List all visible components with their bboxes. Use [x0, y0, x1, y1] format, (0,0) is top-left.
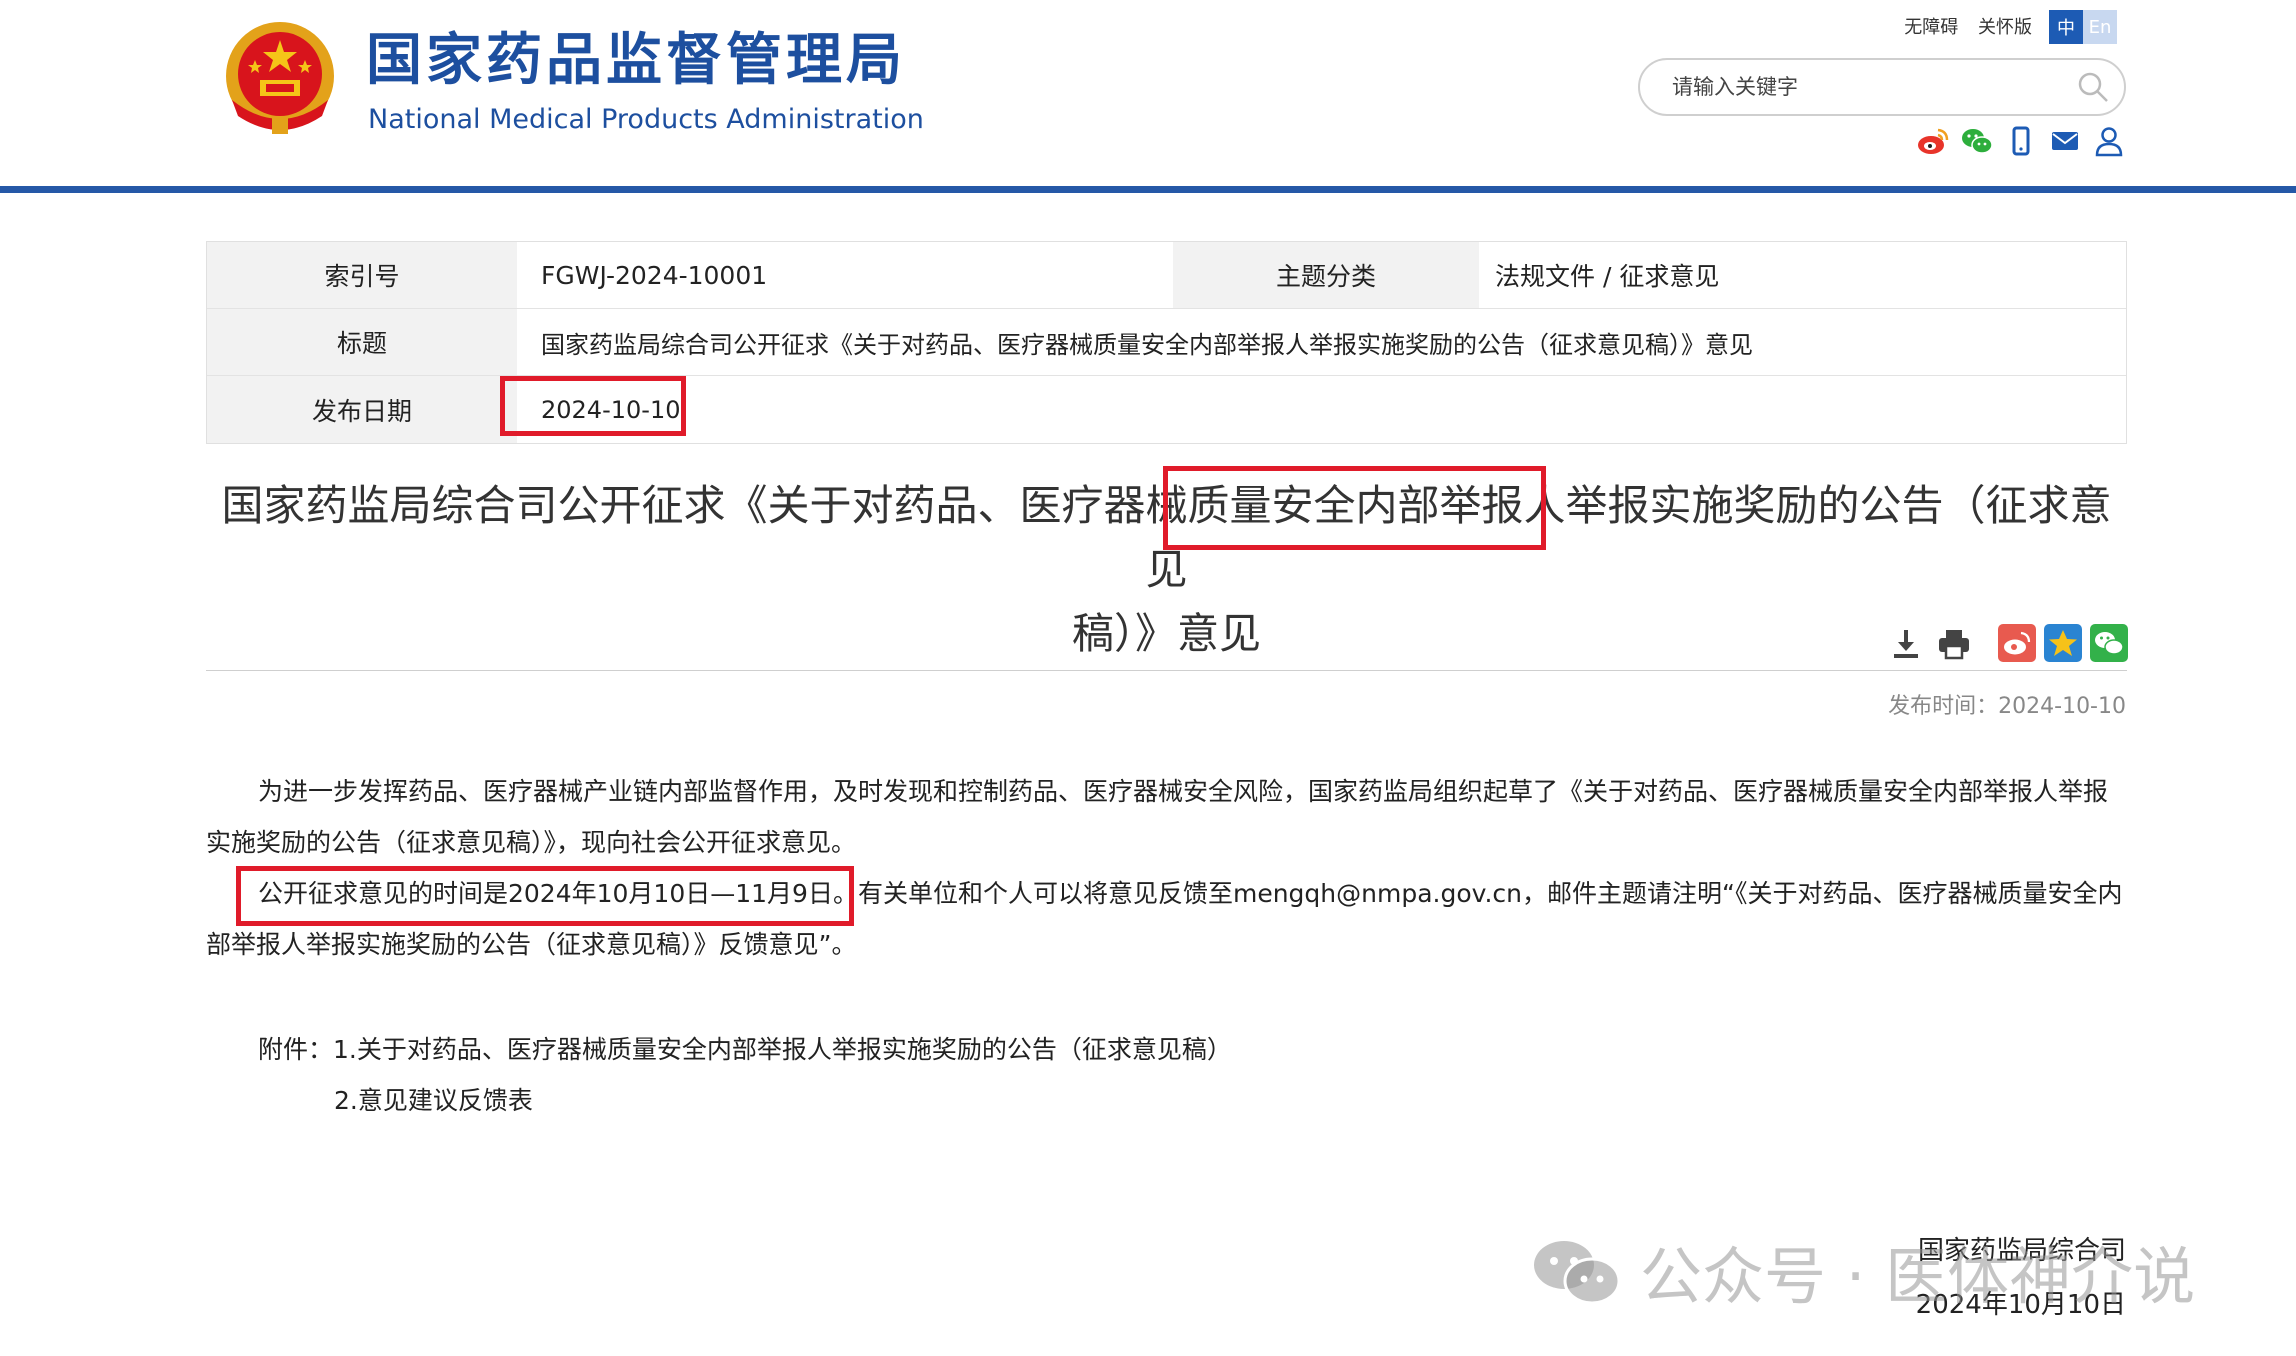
- share-weibo-button[interactable]: [1998, 624, 2036, 662]
- article-paragraph-1: 为进一步发挥药品、医疗器械产业链内部监督作用，及时发现和控制药品、医疗器械安全风…: [206, 777, 2109, 857]
- mail-icon[interactable]: [2048, 124, 2082, 158]
- site-title-cn: 国家药品监督管理局: [366, 28, 906, 93]
- wechat-watermark-icon: [1534, 1241, 1621, 1305]
- star-icon: [2049, 630, 2077, 656]
- index-value: FGWJ-2024-10001: [541, 260, 768, 290]
- category-value: 法规文件 / 征求意见: [1495, 262, 1720, 291]
- search-box: [1638, 58, 2126, 116]
- meta-row-title: 标题 国家药监局综合司公开征求《关于对药品、医疗器械质量安全内部举报人举报实施奖…: [207, 309, 2126, 376]
- utility-links: 无障碍 关怀版: [1890, 13, 2032, 39]
- lang-en-button[interactable]: En: [2083, 10, 2117, 44]
- category-label: 主题分类: [1173, 242, 1479, 308]
- article-paragraph-2: 公开征求意见的时间是2024年10月10日—11月9日。有关单位和个人可以将意见…: [206, 879, 2123, 959]
- mobile-icon[interactable]: [2004, 124, 2038, 158]
- article-title-line2: 稿）》意见: [1071, 609, 1261, 658]
- weibo-icon: [2004, 631, 2031, 655]
- date-label: 发布日期: [207, 376, 517, 443]
- article-divider: [206, 670, 2127, 671]
- meta-row-index: 索引号 FGWJ-2024-10001 主题分类 法规文件 / 征求意见: [207, 242, 2126, 309]
- article-title-line1: 国家药监局综合司公开征求《关于对药品、医疗器械质量安全内部举报人举报实施奖励的公…: [221, 481, 2112, 594]
- signature-date: 2024年10月10日: [1915, 1290, 2126, 1320]
- publish-time: 发布时间：2024-10-10: [1888, 694, 2126, 719]
- share-qzone-button[interactable]: [2044, 624, 2082, 662]
- lang-cn-button[interactable]: 中: [2049, 10, 2083, 44]
- download-icon[interactable]: [1888, 626, 1924, 662]
- meta-row-date: 发布日期 2024-10-10: [207, 376, 2126, 443]
- share-wechat-button[interactable]: [2090, 624, 2128, 662]
- search-input[interactable]: [1670, 68, 2050, 106]
- user-icon[interactable]: [2092, 124, 2126, 158]
- share-buttons: [1998, 624, 2128, 662]
- document-meta-table: 索引号 FGWJ-2024-10001 主题分类 法规文件 / 征求意见 标题 …: [206, 241, 2127, 444]
- title-value: 国家药监局综合司公开征求《关于对药品、医疗器械质量安全内部举报人举报实施奖励的公…: [541, 330, 1753, 359]
- attachments: 附件：1.关于对药品、医疗器械质量安全内部举报人举报实施奖励的公告（征求意见稿）: [258, 1024, 1232, 1075]
- accessibility-link[interactable]: 无障碍: [1904, 17, 1958, 38]
- elderly-mode-link[interactable]: 关怀版: [1978, 17, 2032, 38]
- article-tools: [1888, 626, 1972, 662]
- national-emblem-logo[interactable]: [222, 20, 338, 138]
- header-divider-bar: [0, 186, 2296, 193]
- language-switch: 中 En: [2049, 10, 2117, 44]
- signature-org: 国家药监局综合司: [1917, 1236, 2126, 1266]
- attachment-label: 附件：: [258, 1035, 334, 1064]
- attachment-link-1[interactable]: 1.关于对药品、医疗器械质量安全内部举报人举报实施奖励的公告（征求意见稿）: [333, 1035, 1232, 1064]
- search-icon[interactable]: [2076, 70, 2110, 104]
- site-title-en: National Medical Products Administration: [368, 104, 924, 135]
- print-icon[interactable]: [1936, 626, 1972, 662]
- wechat-icon[interactable]: [1960, 124, 1994, 158]
- social-links: [1916, 124, 2126, 158]
- date-value: 2024-10-10: [541, 395, 681, 424]
- wechat-icon: [2095, 632, 2124, 655]
- title-label: 标题: [207, 309, 517, 375]
- attachment-link-2[interactable]: 2.意见建议反馈表: [334, 1075, 533, 1126]
- index-label: 索引号: [207, 242, 517, 308]
- weibo-icon[interactable]: [1916, 124, 1950, 158]
- article-title: 国家药监局综合司公开征求《关于对药品、医疗器械质量安全内部举报人举报实施奖励的公…: [206, 474, 2127, 666]
